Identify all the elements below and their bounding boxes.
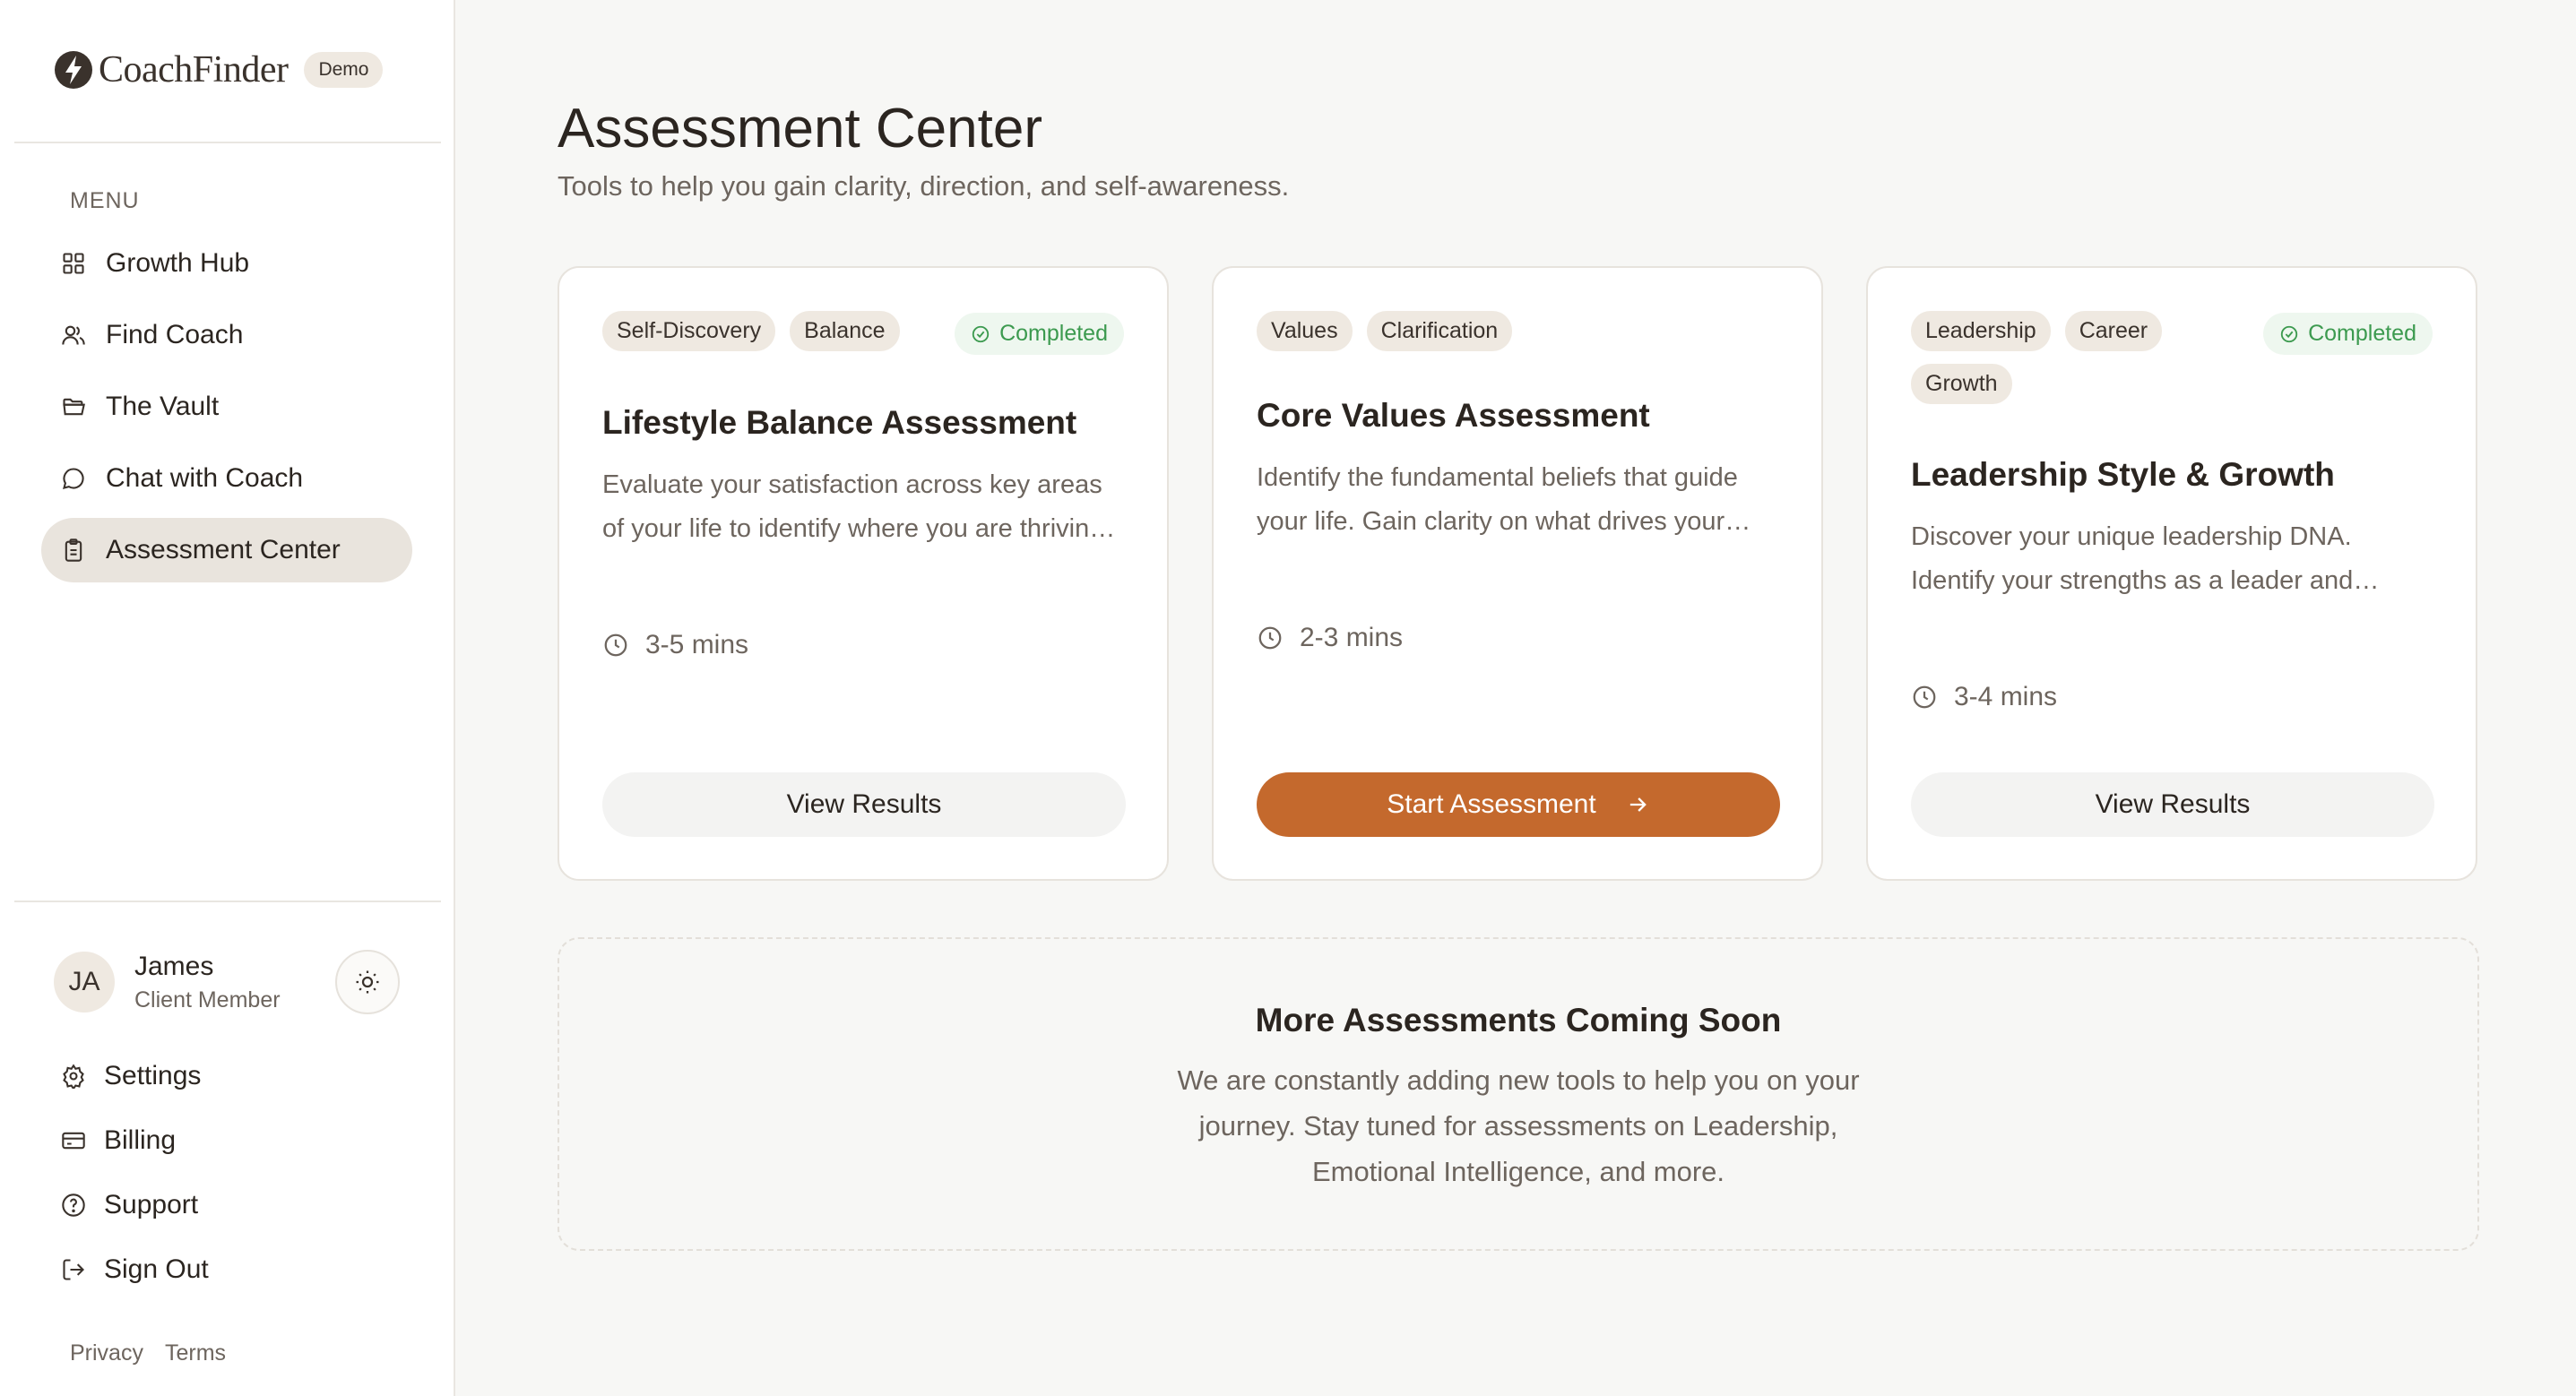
tag: Balance: [790, 311, 900, 351]
sidebar-item-label: The Vault: [106, 392, 220, 421]
sidebar-item-label: Settings: [104, 1061, 202, 1090]
sidebar-item-find-coach[interactable]: Find Coach: [41, 303, 412, 367]
view-results-button[interactable]: View Results: [1911, 772, 2434, 837]
clock-icon: [1913, 685, 1936, 709]
sidebar-item-settings[interactable]: Settings: [61, 1053, 201, 1099]
sidebar-divider: [14, 142, 441, 143]
tag: Clarification: [1366, 311, 1513, 351]
arrow-right-icon: [1629, 797, 1647, 812]
sidebar-item-label: Find Coach: [106, 320, 244, 349]
sun-icon: [356, 970, 379, 994]
sidebar-item-label: Billing: [104, 1125, 177, 1155]
clock-icon: [1258, 626, 1282, 650]
coming-soon-panel: More Assessments Coming Soon We are cons…: [558, 937, 2479, 1251]
sidebar-item-label: Growth Hub: [106, 248, 250, 278]
tag: Values: [1257, 311, 1353, 351]
clipboard-icon: [65, 539, 82, 562]
credit-card-icon: [62, 1132, 85, 1150]
gear-icon: [63, 1064, 84, 1089]
assessment-card: Values Clarification Core Values Assessm…: [1212, 266, 1823, 881]
check-circle-icon: [2280, 325, 2298, 342]
clock-icon: [604, 633, 627, 657]
duration-label: 3-4 mins: [1954, 682, 2058, 711]
duration: 3-5 mins: [602, 630, 748, 660]
sidebar-item-label: Chat with Coach: [106, 463, 304, 493]
tag: Self-Discovery: [602, 311, 776, 351]
check-circle-icon: [972, 325, 990, 342]
chat-icon: [63, 468, 84, 489]
sidebar-item-label: Sign Out: [104, 1254, 209, 1284]
completed-badge: Completed: [2263, 313, 2433, 355]
card-title: Lifestyle Balance Assessment: [602, 404, 1077, 441]
tag-list: Self-Discovery Balance: [602, 311, 970, 351]
sidebar-item-label: Assessment Center: [106, 535, 341, 564]
sidebar: CoachFinder Demo MENU Growth Hub Find Co…: [0, 0, 455, 1396]
duration-label: 3-5 mins: [645, 630, 749, 659]
page-subtitle: Tools to help you gain clarity, directio…: [558, 170, 1290, 202]
folder-icon: [63, 398, 85, 416]
privacy-link[interactable]: Privacy: [70, 1340, 143, 1366]
duration-label: 2-3 mins: [1300, 623, 1404, 652]
sidebar-item-billing[interactable]: Billing: [61, 1117, 176, 1164]
sidebar-divider: [14, 901, 441, 902]
sidebar-item-sign-out[interactable]: Sign Out: [61, 1246, 209, 1293]
card-description: Evaluate your satisfaction across key ar…: [602, 470, 1104, 543]
tag: Growth: [1911, 364, 2012, 404]
card-title: Core Values Assessment: [1257, 397, 1650, 434]
bolt-logo-icon: [55, 51, 92, 89]
tag-list: Values Clarification: [1257, 311, 1624, 351]
button-label: Start Assessment: [1387, 789, 1596, 819]
users-icon: [62, 325, 85, 345]
card-title: Leadership Style & Growth: [1911, 456, 2335, 493]
tag: Career: [2064, 311, 2163, 351]
terms-link[interactable]: Terms: [165, 1340, 226, 1366]
sidebar-item-label: Support: [104, 1190, 199, 1219]
tag: Leadership: [1911, 311, 2051, 351]
menu-label: MENU: [70, 188, 140, 213]
help-circle-icon: [62, 1193, 85, 1217]
view-results-button[interactable]: View Results: [602, 772, 1126, 837]
assessment-card: Self-Discovery Balance Completed Lifesty…: [558, 266, 1169, 881]
button-label: View Results: [786, 789, 942, 819]
duration: 2-3 mins: [1257, 623, 1403, 653]
button-label: View Results: [2095, 789, 2251, 819]
demo-badge: Demo: [304, 52, 384, 88]
user-name: James: [134, 951, 214, 981]
sidebar-item-support[interactable]: Support: [61, 1182, 198, 1228]
main-content: Assessment Center Tools to help you gain…: [457, 0, 2576, 1396]
brand-name: CoachFinder: [99, 49, 289, 90]
theme-toggle-button[interactable]: [335, 950, 400, 1014]
sidebar-item-the-vault[interactable]: The Vault: [41, 375, 412, 439]
sidebar-item-assessment-center[interactable]: Assessment Center: [41, 518, 412, 582]
user-profile[interactable]: JA James Client Member: [54, 950, 400, 1014]
duration: 3-4 mins: [1911, 682, 2057, 712]
sign-out-icon: [63, 1259, 84, 1280]
completed-badge: Completed: [955, 313, 1124, 355]
brand[interactable]: CoachFinder Demo: [54, 48, 384, 91]
card-description: Identify the fundamental beliefs that gu…: [1257, 463, 1738, 536]
status-label: Completed: [999, 321, 1108, 346]
assessment-card: Leadership Career Growth Completed Leade…: [1866, 266, 2477, 881]
sidebar-item-chat-with-coach[interactable]: Chat with Coach: [41, 446, 412, 511]
card-description: Discover your unique leadership DNA. Ide…: [1911, 522, 2354, 595]
coming-soon-title: More Assessments Coming Soon: [1255, 1002, 1782, 1038]
page-title: Assessment Center: [558, 98, 1042, 159]
tag-list: Leadership Career Growth: [1911, 311, 2207, 404]
grid-icon: [63, 253, 84, 274]
sidebar-item-growth-hub[interactable]: Growth Hub: [41, 231, 412, 296]
status-label: Completed: [2308, 321, 2416, 346]
avatar: JA: [54, 952, 115, 1013]
coming-soon-description: We are constantly adding new tools to he…: [1177, 1064, 1860, 1187]
start-assessment-button[interactable]: Start Assessment: [1257, 772, 1780, 837]
user-role: Client Member: [134, 987, 281, 1013]
